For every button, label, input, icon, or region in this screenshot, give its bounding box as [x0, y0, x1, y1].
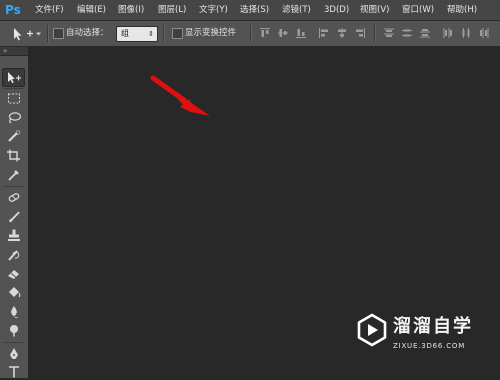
dodge-tool-icon — [9, 325, 18, 337]
tools-panel — [0, 56, 29, 378]
pen-tool-icon — [9, 348, 18, 359]
tools-panel-header[interactable]: » — [0, 47, 28, 55]
menu-window[interactable]: 窗口(W) — [402, 4, 434, 17]
show-transform-checkbox[interactable] — [172, 28, 183, 39]
distribute-left-icon[interactable] — [442, 27, 454, 39]
eraser-tool[interactable] — [3, 265, 24, 282]
align-top-icon[interactable] — [259, 27, 271, 39]
watermark-url: ZIXUE.3D66.COM — [393, 342, 466, 350]
play-logo-icon — [357, 313, 387, 347]
align-bottom-icon[interactable] — [295, 27, 307, 39]
blur-tool-icon — [10, 306, 18, 318]
eyedropper-tool-icon — [7, 170, 19, 181]
menu-layer[interactable]: 图层(L) — [158, 4, 186, 17]
distribute-vcenter-icon[interactable] — [401, 27, 413, 39]
menu-type[interactable]: 文字(Y) — [199, 4, 228, 17]
menu-help[interactable]: 帮助(H) — [447, 4, 477, 17]
align-right-icon[interactable] — [354, 27, 366, 39]
paint-bucket-tool-icon — [8, 287, 20, 298]
chevron-updown-icon: ⇕ — [148, 30, 154, 38]
menu-view[interactable]: 视图(V) — [360, 4, 389, 17]
clone-stamp-tool-icon — [7, 229, 20, 241]
move-tool-icon — [7, 72, 21, 84]
distribute-right-icon[interactable] — [478, 27, 490, 39]
menu-bar: Ps 文件(F) 编辑(E) 图像(I) 图层(L) 文字(Y) 选择(S) 滤… — [0, 0, 500, 21]
blur-tool[interactable] — [3, 303, 24, 320]
tool-preset-picker[interactable] — [5, 25, 43, 42]
align-left-icon[interactable] — [318, 27, 330, 39]
separator — [3, 186, 24, 187]
quick-selection-tool-icon — [7, 130, 20, 142]
lasso-tool[interactable] — [3, 109, 24, 126]
watermark-title: 溜溜自学 — [393, 316, 473, 337]
crop-tool[interactable] — [3, 147, 24, 164]
clone-stamp-tool[interactable] — [3, 227, 24, 244]
separator — [374, 25, 376, 42]
menu-3d[interactable]: 3D(D) — [324, 4, 349, 17]
brush-tool-icon — [8, 211, 20, 223]
separator — [3, 88, 24, 89]
auto-select-checkbox[interactable] — [53, 28, 64, 39]
separator — [250, 25, 252, 42]
pen-tool[interactable] — [3, 345, 24, 362]
menu-select[interactable]: 选择(S) — [240, 4, 269, 17]
photoshop-logo: Ps — [5, 3, 21, 17]
align-hcenter-icon[interactable] — [336, 27, 348, 39]
distribute-top-icon[interactable] — [383, 27, 395, 39]
eraser-tool-icon — [7, 270, 19, 279]
distribute-hcenter-icon[interactable] — [460, 27, 472, 39]
dropdown-value: 组 — [121, 29, 129, 38]
watermark: 溜溜自学 ZIXUE.3D66.COM — [349, 311, 499, 363]
show-transform-label: 显示变换控件 — [185, 28, 237, 38]
marquee-tool-icon — [7, 93, 20, 104]
type-tool-icon — [8, 366, 19, 378]
lasso-tool-icon — [8, 112, 21, 124]
dodge-tool[interactable] — [3, 322, 24, 339]
red-arrow-icon — [150, 75, 210, 116]
crop-tool-icon — [6, 149, 20, 162]
history-brush-tool-icon — [7, 250, 19, 261]
separator — [3, 342, 24, 343]
options-bar: 自动选择： 组 ⇕ 显示变换控件 — [0, 21, 500, 47]
type-tool[interactable] — [3, 363, 24, 380]
distribute-bottom-icon[interactable] — [419, 27, 431, 39]
spot-healing-tool-icon — [8, 193, 19, 202]
align-vcenter-icon[interactable] — [277, 27, 289, 39]
brush-tool[interactable] — [3, 208, 24, 225]
menu-filter[interactable]: 滤镜(T) — [282, 4, 311, 17]
auto-select-target-dropdown[interactable]: 组 ⇕ — [116, 26, 158, 42]
auto-select-label: 自动选择： — [66, 28, 109, 38]
eyedropper-tool[interactable] — [3, 166, 24, 183]
history-brush-tool[interactable] — [3, 246, 24, 263]
menu-file[interactable]: 文件(F) — [35, 4, 64, 17]
quick-selection-tool[interactable] — [3, 128, 24, 145]
paint-bucket-tool[interactable] — [3, 284, 24, 301]
menu-edit[interactable]: 编辑(E) — [77, 4, 106, 17]
marquee-tool[interactable] — [3, 90, 24, 107]
menu-image[interactable]: 图像(I) — [118, 4, 144, 17]
separator — [163, 25, 165, 42]
move-tool[interactable] — [2, 68, 25, 87]
move-tool-preset-icon — [14, 28, 41, 41]
separator — [47, 25, 49, 42]
spot-healing-tool[interactable] — [3, 189, 24, 206]
